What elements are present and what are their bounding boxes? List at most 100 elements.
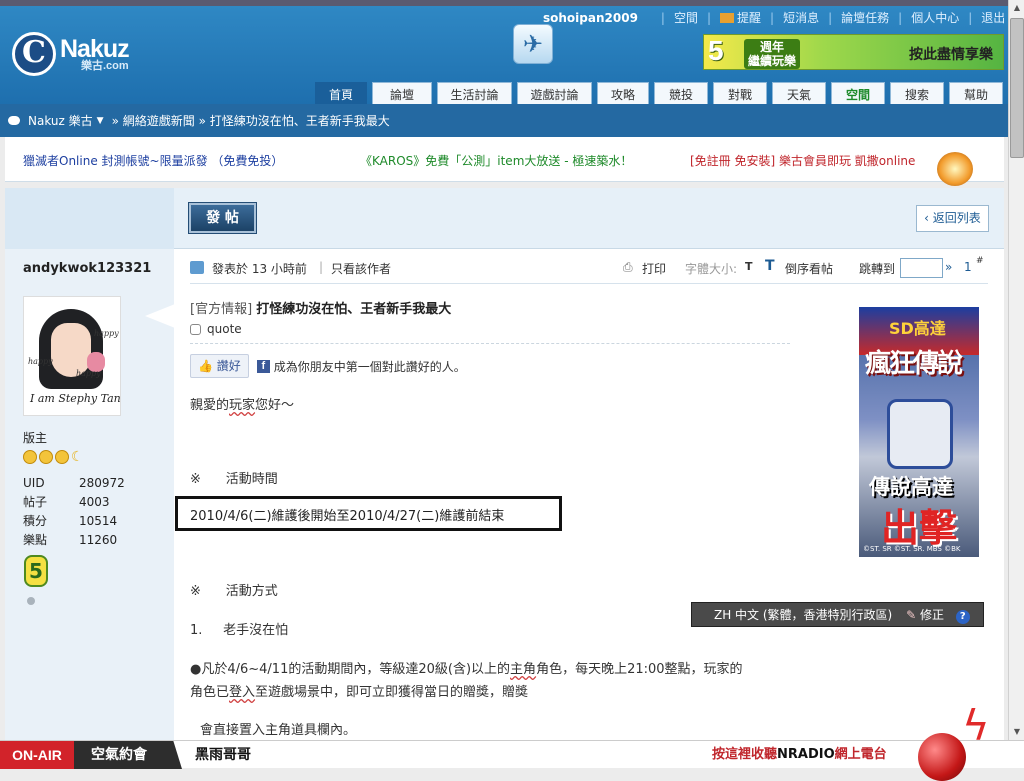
radio-ball-icon[interactable] xyxy=(918,733,966,781)
link-space[interactable]: 空間 xyxy=(674,9,698,26)
stat-credits: 樂點 11260 xyxy=(23,533,118,547)
ime-help-icon[interactable]: ? xyxy=(955,610,970,624)
scroll-down-icon[interactable]: ▼ xyxy=(1009,724,1024,740)
breadcrumb-section[interactable]: 網絡遊戲新聞 xyxy=(123,112,195,129)
rule-line-1: ●凡於4/6~4/11的活動期間內，等級達20級(含)以上的主角角色，每天晚上2… xyxy=(190,662,743,677)
section-method: ※ 活動方式 xyxy=(190,584,278,599)
anniversary-banner[interactable]: 5 週年 繼續玩樂 按此盡情享樂 xyxy=(703,34,1004,70)
post-tags: quote xyxy=(190,322,242,336)
banner-title-2: 繼續玩樂 xyxy=(748,54,797,68)
new-post-button[interactable]: 發 帖 xyxy=(188,202,257,234)
anniversary-medal-icon[interactable]: 5 xyxy=(24,555,48,587)
mail-icon xyxy=(720,12,735,23)
greeting: 親愛的玩家您好～ xyxy=(190,398,295,413)
nakuz-app-icon[interactable]: ✈ xyxy=(513,24,553,64)
print-icon[interactable]: ⎙ xyxy=(623,260,633,275)
link-reminder[interactable]: 提醒 xyxy=(737,9,761,26)
ime-edit-icon: ✎ xyxy=(906,608,917,622)
thread-content: 發 帖 ‹ 返回列表 andykwok123321 happy happy ha… xyxy=(5,188,1004,740)
avatar[interactable]: happy happy happy I am Stephy Tang xyxy=(23,296,121,416)
author-name[interactable]: andykwok123321 xyxy=(23,261,151,276)
author-stats: UID 280972 帖子 4003 積分 10514 樂點 11260 xyxy=(23,474,125,550)
chevron-down-icon[interactable]: ▼ xyxy=(97,116,104,126)
rule-line-2: 角色已登入至遊戲場景中，即可立即獲得當日的贈獎，贈獎 xyxy=(190,685,529,700)
back-to-list-button[interactable]: ‹ 返回列表 xyxy=(916,205,989,232)
font-large-button[interactable]: T xyxy=(765,258,775,274)
ad-link-2[interactable]: 《KAROS》免費「公測」item大放送 - 極速築水！ xyxy=(360,152,632,169)
radio-listen-link[interactable]: 按這裡收聽NRADIO網上電台 xyxy=(712,741,887,769)
floor-number[interactable]: 1 xyxy=(964,260,972,274)
user-icon xyxy=(190,261,204,274)
action-bar: 發 帖 ‹ 返回列表 xyxy=(174,188,1004,249)
offline-status-icon xyxy=(27,597,35,605)
avatar-happy-2: happy xyxy=(28,357,53,366)
tag-icon xyxy=(190,324,201,335)
banner-number: 5 xyxy=(708,35,724,66)
game-ad-top: SD高達 xyxy=(889,319,946,338)
ime-language[interactable]: ZH 中文 (繁體，香港特別行政區) xyxy=(714,608,892,622)
like-text: 成為你朋友中第一個對此讚好的人。 xyxy=(273,359,466,374)
game-ad-image[interactable]: SD高達 瘋狂傳說 傳說高達 出擊 ©ST. SR ©ST. SR. MBS ©… xyxy=(859,307,979,557)
ime-fix-button[interactable]: 修正 xyxy=(920,608,944,622)
site-header: C Nakuz 樂古.com ✈ sohoipan2009 | 空間 | 提醒 … xyxy=(0,6,1008,108)
site-logo[interactable]: C Nakuz 樂古.com xyxy=(12,32,130,76)
lightning-icon: ϟ xyxy=(962,701,990,750)
like-box: 👍 讚好 f 成為你朋友中第一個對此讚好的人。 xyxy=(190,354,466,378)
game-ad-title: 瘋狂傳說 xyxy=(865,349,963,379)
scroll-up-icon[interactable]: ▲ xyxy=(1009,0,1024,16)
link-messages[interactable]: 短消息 xyxy=(783,9,819,26)
post-info-bar: 發表於 13 小時前 | 只看該作者 ⎙ 打印 字體大小: T T 倒序看帖 跳… xyxy=(190,256,988,284)
breadcrumb-current: 打怪練功沒在怕、王者新手我最大 xyxy=(209,114,390,128)
font-size-label: 字體大小: xyxy=(685,262,738,276)
moon-icon: ☾ xyxy=(71,449,84,465)
post-category[interactable]: [官方情報] xyxy=(190,302,252,317)
ime-language-bar[interactable]: ZH 中文 (繁體，香港特別行政區) ✎ 修正 ? xyxy=(691,602,984,627)
jump-go-button[interactable]: » xyxy=(945,260,952,274)
text-ads: 獵滅者Online 封測帳號~限量派發 （免費免投） 《KAROS》免費「公測」… xyxy=(5,137,1004,186)
item-1: 1. 老手沒在怕 xyxy=(190,623,289,638)
font-small-button[interactable]: T xyxy=(745,260,753,273)
star-icon xyxy=(39,450,53,464)
star-icon xyxy=(23,450,37,464)
print-link[interactable]: 打印 xyxy=(642,260,666,277)
facebook-icon: f xyxy=(256,359,270,373)
radio-program-next[interactable]: 黑雨哥哥 xyxy=(195,741,251,769)
tag-quote[interactable]: quote xyxy=(207,322,242,336)
page-title: [官方情報] 打怪練功沒在怕、王者新手我最大 xyxy=(190,298,451,317)
onair-badge[interactable]: ON-AIR xyxy=(0,741,74,769)
ad-link-3[interactable]: [免註冊 免安裝] 樂古會員即玩 凱撒online xyxy=(690,152,915,169)
avatar-happy-3: happy xyxy=(76,369,101,378)
logo-text: Nakuz xyxy=(60,34,130,63)
game-orb-icon[interactable] xyxy=(937,152,973,186)
breadcrumb-site[interactable]: Nakuz 樂古 xyxy=(28,112,93,129)
robot-graphic xyxy=(887,399,953,469)
rule-line-3: 會直接置入主角道具欄內。 xyxy=(200,723,357,738)
user-bar: sohoipan2009 | 空間 | 提醒 | 短消息 | 論壇任務 | 個人… xyxy=(543,9,1006,26)
rank-stars: ☾ xyxy=(23,450,87,464)
page-scrollbar[interactable]: ▲ ▼ xyxy=(1008,0,1024,740)
banner-slogan: 按此盡情享樂 xyxy=(909,47,993,63)
banner-title-1: 週年 xyxy=(760,40,785,54)
like-button[interactable]: 👍 讚好 xyxy=(190,354,249,378)
only-author-link[interactable]: 只看該作者 xyxy=(331,260,391,277)
floor-mark: # xyxy=(976,256,984,266)
avatar-caption: I am Stephy Tang xyxy=(30,392,121,405)
jump-to-input[interactable] xyxy=(900,258,943,278)
author-rank: 版主 xyxy=(23,431,48,445)
jump-to-label: 跳轉到 xyxy=(859,262,896,276)
link-logout[interactable]: 退出 xyxy=(981,9,1005,26)
link-forum-tasks[interactable]: 論壇任務 xyxy=(841,9,889,26)
stat-uid: UID 280972 xyxy=(23,476,125,490)
post-title: 打怪練功沒在怕、王者新手我最大 xyxy=(256,302,452,317)
game-ad-big: 出擊 xyxy=(881,505,958,550)
post-time: 發表於 13 小時前 xyxy=(212,262,307,276)
game-ad-copyright: ©ST. SR ©ST. SR. MBS ©BK xyxy=(863,545,961,553)
chat-bubble-icon xyxy=(8,116,20,125)
current-username[interactable]: sohoipan2009 xyxy=(543,11,638,25)
scroll-thumb[interactable] xyxy=(1010,18,1024,158)
ad-link-1[interactable]: 獵滅者Online 封測帳號~限量派發 （免費免投） xyxy=(23,152,283,169)
link-user-center[interactable]: 個人中心 xyxy=(911,9,959,26)
section-time: ※ 活動時間 xyxy=(190,472,278,487)
radio-program-current[interactable]: 空氣約會 xyxy=(74,741,182,769)
reverse-order-link[interactable]: 倒序看帖 xyxy=(785,260,833,277)
